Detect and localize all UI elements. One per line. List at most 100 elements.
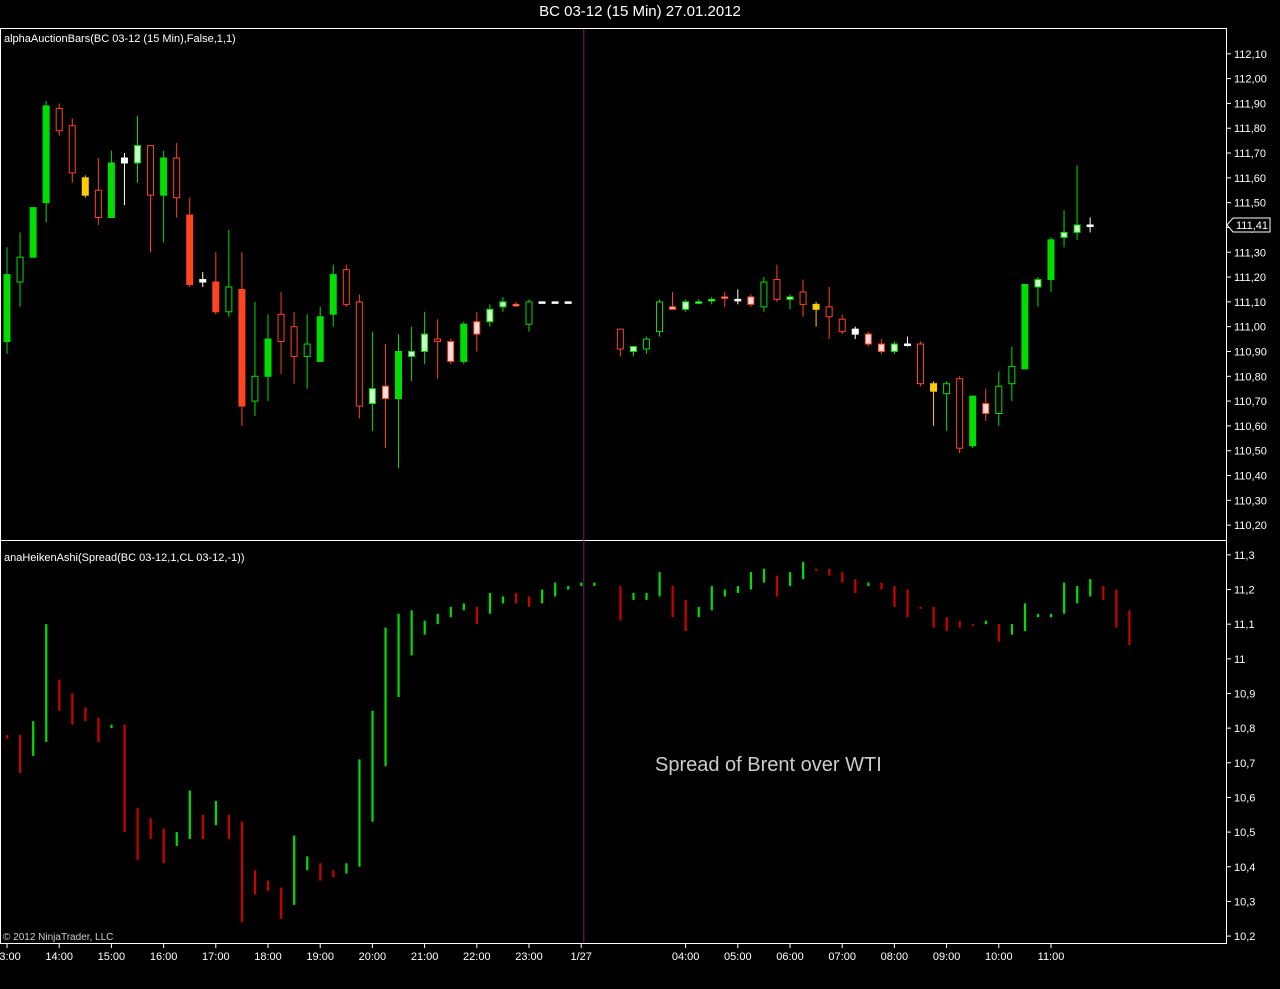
spread-bar: [710, 586, 713, 611]
x-tick-label: 10:00: [985, 951, 1013, 963]
price-candle: [460, 321, 468, 364]
price-candle: [42, 100, 50, 223]
price-panel-frame: [0, 28, 1227, 541]
y-tick-label: 110,40: [1234, 471, 1267, 483]
x-tick-label: 07:00: [828, 951, 856, 963]
price-candle: [760, 277, 768, 312]
time-x-axis: 13:00 14:00 15:00 16:00 17:00 18:00 19:00 20:00…: [0, 943, 1064, 963]
x-tick-label: 14:00: [45, 951, 73, 963]
spread-bar: [1023, 603, 1027, 632]
x-tick-label: 08:00: [881, 951, 909, 963]
price-candle: [708, 296, 716, 305]
spread-bar: [488, 592, 492, 614]
spread-bar: [319, 863, 322, 881]
price-candle: [656, 299, 663, 337]
price-candle: [212, 252, 220, 315]
price-candle: [447, 339, 455, 364]
spread-bar: [1128, 610, 1131, 645]
x-tick-label: 23:00: [515, 951, 543, 963]
price-candle: [173, 143, 181, 218]
price-candle: [486, 304, 494, 327]
x-tick-label: 05:00: [724, 951, 752, 963]
spread-bar: [410, 610, 413, 656]
price-candle: [381, 344, 389, 449]
spread-bar: [175, 832, 178, 846]
spread-bar: [723, 589, 726, 597]
spread-bar: [110, 724, 113, 729]
spread-bar: [227, 814, 231, 840]
y-tick-label: 10,8: [1234, 723, 1255, 735]
spread-bar: [345, 863, 348, 874]
y-tick-label: 110,90: [1234, 346, 1267, 358]
price-candle: [1073, 165, 1081, 240]
price-candle: [147, 145, 155, 253]
spread-bar: [1102, 586, 1105, 600]
spread-bar: [267, 880, 270, 892]
spread-bar: [984, 620, 987, 625]
spread-bar: [462, 603, 465, 611]
spread-bar: [906, 589, 909, 618]
spread-bar: [71, 693, 74, 725]
price-candle: [225, 229, 233, 317]
x-tick-label: 20:00: [359, 951, 387, 963]
spread-bar: [449, 606, 452, 618]
spread-bar: [775, 575, 779, 597]
price-candle: [682, 299, 690, 312]
spread-annotation: Spread of Brent over WTI: [655, 754, 882, 776]
price-candle: [408, 326, 416, 382]
spread-bar: [697, 606, 700, 618]
price-candle: [799, 279, 807, 317]
spread-bar: [815, 568, 818, 571]
price-candle: [107, 150, 115, 219]
price-candle: [917, 341, 924, 387]
spread-y-axis: 11,3 11,2 11,1 11 10,9 10,8 10,7 10,6 10,5 10,4 10…: [1226, 550, 1255, 943]
x-tick-label: 17:00: [202, 951, 230, 963]
y-tick-label: 10,2: [1234, 931, 1255, 943]
price-candle: [303, 314, 311, 389]
y-tick-label: 10,7: [1234, 758, 1255, 770]
y-tick-label: 11,2: [1234, 585, 1255, 597]
y-tick-label: 111,50: [1234, 198, 1266, 210]
price-candle: [903, 336, 911, 347]
spread-bar: [45, 624, 48, 742]
price-candle: [120, 153, 128, 206]
price-candle: [551, 301, 559, 304]
spread-bar: [1089, 579, 1092, 597]
y-tick-label: 111,80: [1234, 123, 1266, 135]
price-candle: [1086, 217, 1094, 233]
spread-bar: [58, 679, 61, 711]
spread-panel-title: anaHeikenAshi(Spread(BC 03-12,1,CL 03-12…: [4, 552, 245, 564]
spread-bar: [736, 586, 739, 593]
spread-bar: [32, 721, 35, 756]
price-candle: [94, 157, 102, 225]
y-tick-label: 111,10: [1234, 297, 1266, 309]
price-candle: [434, 319, 442, 379]
price-candle: [995, 371, 1003, 426]
y-tick-label: 111,00: [1234, 322, 1266, 334]
spread-bar: [6, 735, 9, 739]
price-candle: [316, 306, 324, 362]
price-candle: [186, 197, 194, 287]
price-candle: [642, 336, 650, 354]
x-tick-label: 04:00: [672, 951, 700, 963]
spread-bar: [945, 617, 948, 632]
price-candle: [734, 289, 742, 305]
spread-bar: [293, 835, 296, 905]
y-tick-label: 11: [1234, 654, 1245, 666]
spread-bar: [619, 586, 622, 621]
current-price-label: 111,41: [1236, 220, 1268, 232]
x-tick-label: 22:00: [463, 951, 491, 963]
price-candle: [786, 294, 794, 310]
chart-canvas[interactable]: alphaAuctionBars(BC 03-12 (15 Min),False…: [0, 0, 1280, 989]
spread-bar: [567, 586, 570, 590]
spread-bar: [671, 586, 674, 618]
price-candle: [55, 103, 63, 136]
y-tick-label: 10,6: [1234, 792, 1255, 804]
spread-bar: [280, 887, 283, 919]
spread-bar: [632, 592, 635, 600]
price-candle: [969, 395, 977, 449]
y-tick-label: 10,9: [1234, 688, 1255, 700]
price-candle: [3, 247, 11, 354]
price-candle: [251, 301, 259, 416]
price-candle: [29, 207, 37, 258]
